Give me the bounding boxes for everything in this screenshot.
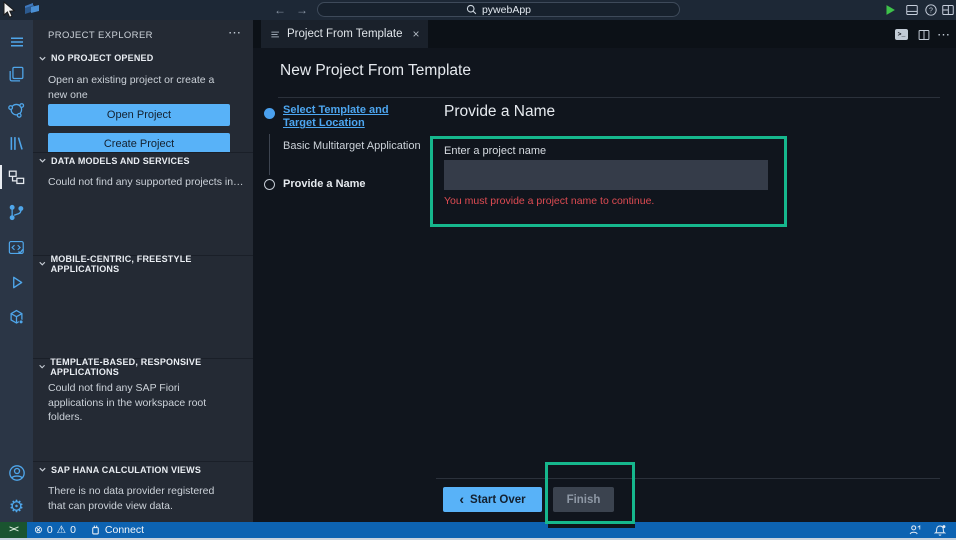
divider — [278, 97, 940, 98]
connections-network-icon[interactable] — [0, 94, 33, 124]
warnings-count: 0 — [70, 524, 76, 536]
create-project-button[interactable]: Create Project — [48, 133, 230, 152]
warnings-icon: ⚠ — [57, 524, 66, 536]
tab-project-from-template[interactable]: Project From Template × — [261, 20, 428, 48]
nav-forward-icon[interactable]: → — [296, 0, 308, 20]
app-logo — [17, 2, 51, 17]
chevron-down-icon — [38, 465, 47, 474]
section-body-text: There is no data provider registered tha… — [33, 477, 253, 513]
stepper-connector — [269, 134, 270, 175]
problems-indicator[interactable]: ⊗ 0 ⚠ 0 — [34, 524, 76, 536]
app-window: ← → pywebApp ? — [0, 0, 956, 540]
menu-icon[interactable] — [0, 27, 33, 57]
plug-icon — [90, 524, 101, 536]
svg-text:?: ? — [929, 7, 933, 14]
chevron-down-icon — [38, 54, 47, 63]
start-over-button[interactable]: ‹ Start Over — [443, 487, 542, 512]
section-data-models-services: DATA MODELS AND SERVICES Could not find … — [33, 152, 253, 255]
project-explorer-icon[interactable] — [0, 162, 33, 192]
search-value: pywebApp — [482, 4, 531, 16]
chevron-left-icon: ‹ — [459, 491, 464, 507]
open-preview-icon[interactable]: >_ — [894, 28, 909, 41]
tab-close-icon[interactable]: × — [412, 27, 419, 41]
settings-gear-icon[interactable]: ⚙ — [0, 491, 33, 521]
mouse-cursor-icon — [2, 1, 16, 19]
feedback-icon[interactable] — [908, 524, 921, 536]
help-icon[interactable]: ? — [924, 3, 938, 17]
wizard-content: New Project From Template Select Templat… — [253, 48, 956, 522]
step1-link[interactable]: Select Template and Target Location — [283, 104, 403, 130]
step2-pending-circle — [264, 179, 275, 190]
sidebar-title: PROJECT EXPLORER — [48, 30, 153, 41]
errors-count: 0 — [47, 524, 53, 536]
section-header[interactable]: MOBILE-CENTRIC, FREESTYLE APPLICATIONS — [33, 255, 253, 271]
wizard-title: New Project From Template — [280, 62, 471, 80]
open-project-button[interactable]: Open Project — [48, 104, 230, 126]
section-mobile-centric: MOBILE-CENTRIC, FREESTYLE APPLICATIONS — [33, 255, 253, 358]
errors-icon: ⊗ — [34, 524, 43, 536]
project-name-label: Enter a project name — [444, 145, 546, 157]
section-header[interactable]: NO PROJECT OPENED — [33, 50, 253, 66]
status-bar: >< ⊗ 0 ⚠ 0 Connect — [0, 522, 956, 538]
library-icon[interactable] — [0, 128, 33, 158]
step1-active-dot — [264, 108, 275, 119]
chevron-down-icon — [38, 156, 47, 165]
section-header[interactable]: SAP HANA CALCULATION VIEWS — [33, 461, 253, 477]
sidebar-project-explorer: PROJECT EXPLORER ⋯ NO PROJECT OPENED Ope… — [33, 20, 253, 522]
section-template-based: TEMPLATE-BASED, RESPONSIVE APPLICATIONS … — [33, 358, 253, 461]
source-control-icon[interactable] — [0, 197, 33, 227]
tab-label: Project From Template — [287, 28, 402, 40]
search-icon — [466, 4, 477, 15]
title-bar: ← → pywebApp ? — [0, 0, 956, 20]
section-body-text: Could not find any supported projects in… — [33, 168, 253, 190]
section-no-project-opened: NO PROJECT OPENED Open an existing proje… — [33, 50, 253, 152]
annotation-box-shadow — [548, 524, 635, 528]
package-icon[interactable] — [0, 302, 33, 332]
finish-button[interactable]: Finish — [553, 487, 614, 512]
run-button[interactable] — [883, 3, 897, 17]
panel-title: Provide a Name — [444, 103, 555, 121]
editor-area: Project From Template × >_ ⋯ New Project… — [253, 20, 956, 522]
divider — [436, 478, 940, 479]
split-editor-icon[interactable] — [916, 28, 931, 41]
run-debug-icon[interactable] — [0, 267, 33, 297]
bell-notification-icon[interactable] — [934, 524, 946, 537]
activity-bar: ⚙ — [0, 20, 33, 522]
section-header[interactable]: TEMPLATE-BASED, RESPONSIVE APPLICATIONS — [33, 358, 253, 374]
explorer-files-icon[interactable] — [0, 59, 33, 89]
step1-sublabel: Basic Multitarget Application — [283, 140, 421, 152]
section-body-text: Could not find any SAP Fiori application… — [33, 374, 253, 425]
command-search-input[interactable]: pywebApp — [317, 2, 680, 17]
section-body-text: Open an existing project or create a new… — [33, 66, 253, 102]
chevron-down-icon — [38, 259, 47, 268]
validation-error-text: You must provide a project name to conti… — [444, 195, 654, 207]
sidebar-more-actions[interactable]: ⋯ — [228, 25, 241, 41]
section-hana-calculation-views: SAP HANA CALCULATION VIEWS There is no d… — [33, 461, 253, 522]
section-header[interactable]: DATA MODELS AND SERVICES — [33, 152, 253, 168]
webview-list-icon — [270, 29, 281, 40]
status-bar-right — [908, 524, 946, 537]
remote-indicator[interactable]: >< — [0, 522, 27, 538]
editor-more-actions[interactable]: ⋯ — [936, 28, 951, 41]
account-icon[interactable] — [0, 458, 33, 488]
project-name-input[interactable] — [444, 160, 768, 190]
connect-button[interactable]: Connect — [90, 524, 144, 536]
toggle-panel-icon[interactable] — [905, 3, 919, 17]
nav-back-icon[interactable]: ← — [274, 0, 286, 20]
customize-layout-icon[interactable] — [941, 3, 955, 17]
code-check-icon[interactable] — [0, 232, 33, 262]
step2-label[interactable]: Provide a Name — [283, 178, 366, 190]
chevron-down-icon — [38, 362, 46, 371]
